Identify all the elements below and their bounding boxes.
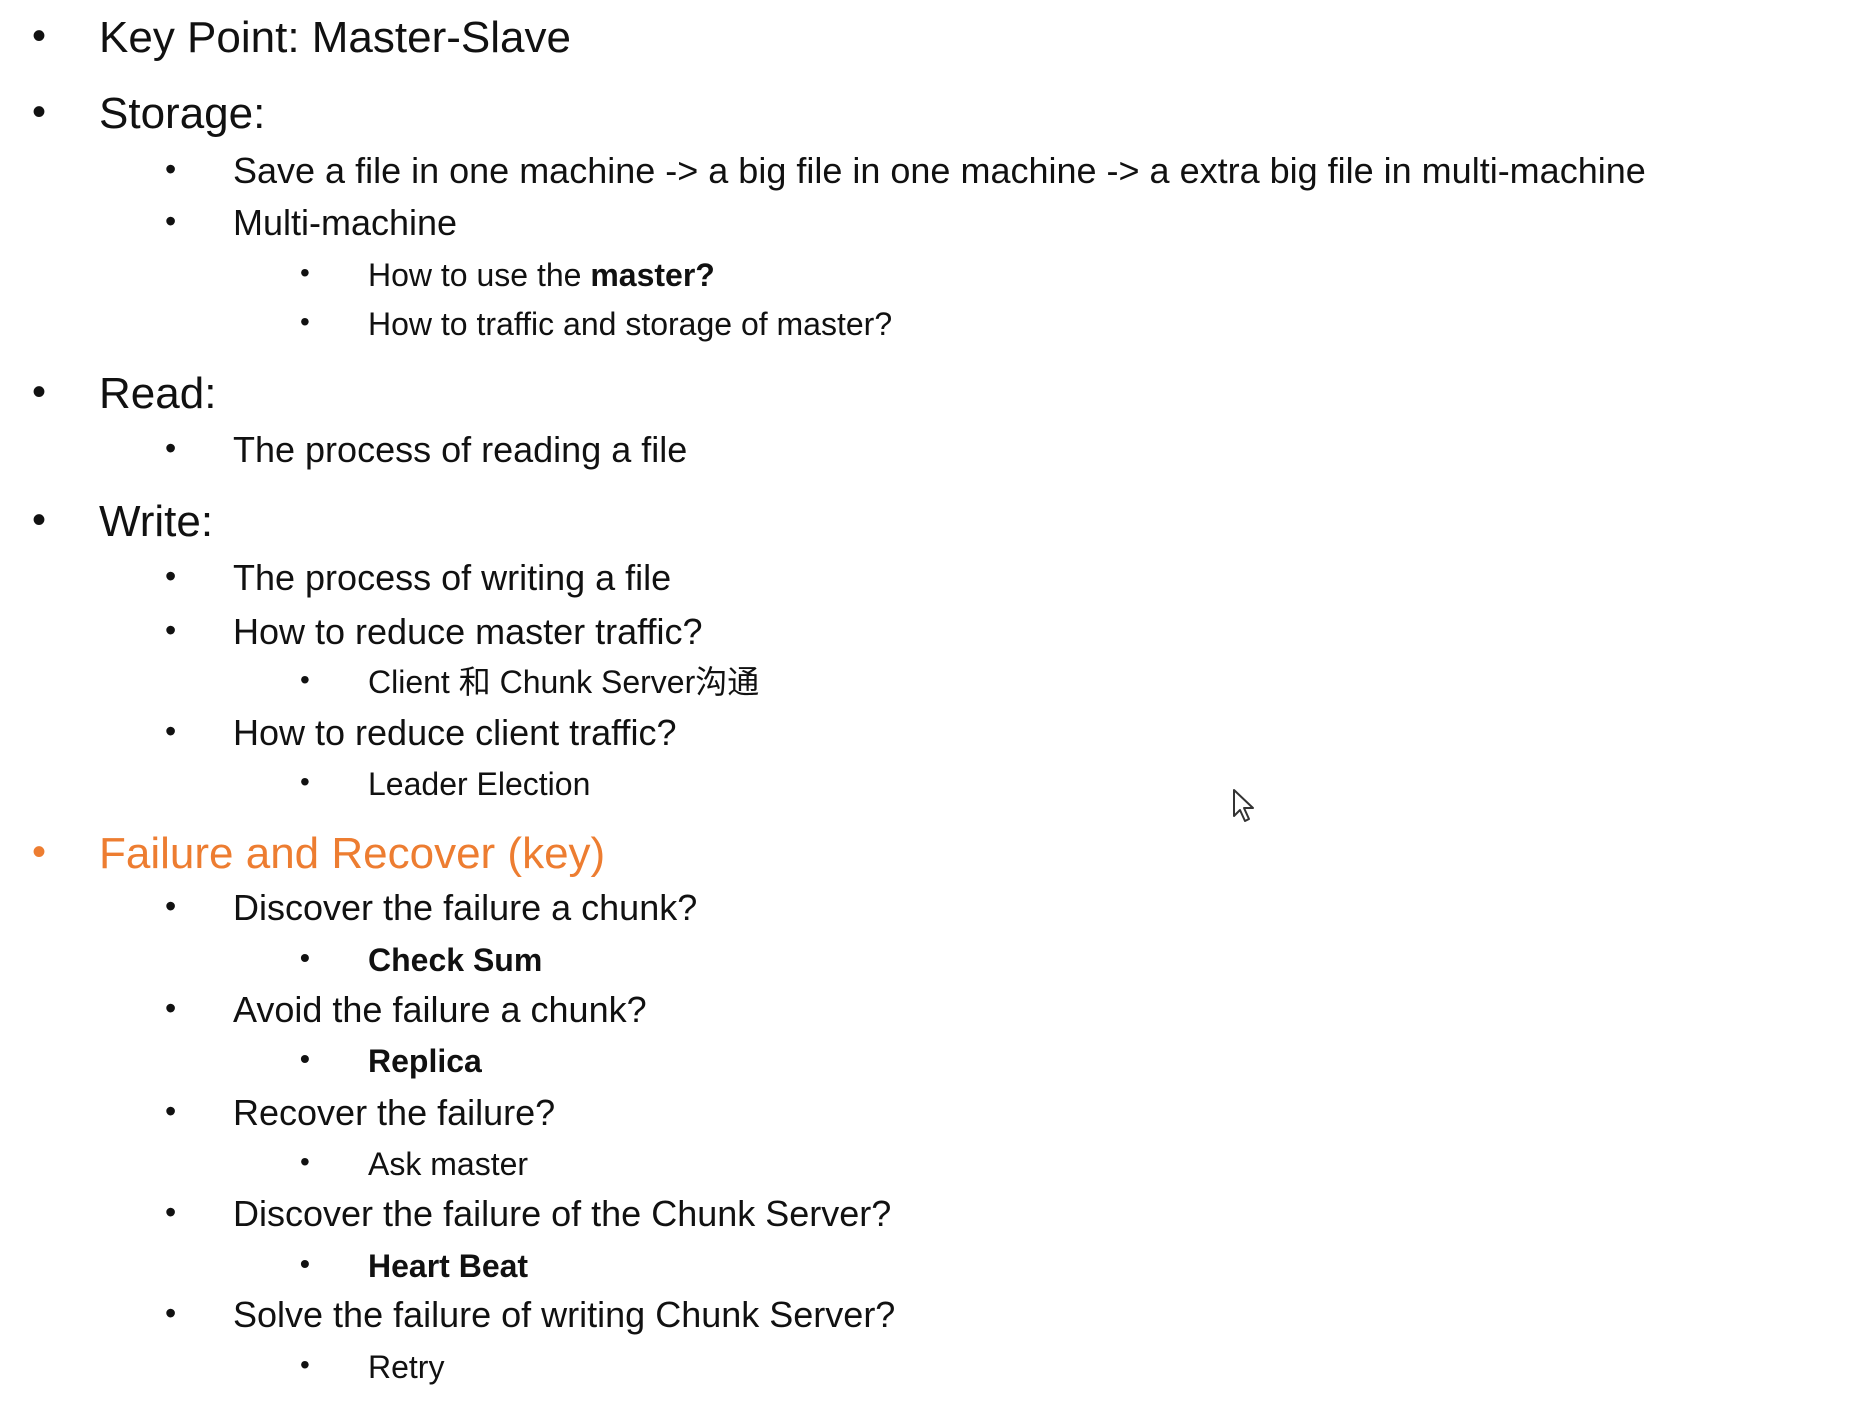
bullet-icon: • — [165, 612, 177, 648]
multi-machine-text: Multi-machine — [233, 202, 458, 243]
bullet-icon: • — [300, 664, 310, 695]
storage-multi-machine: • Multi-machine — [165, 202, 458, 243]
storage-heading: Storage: — [99, 89, 266, 138]
ask-master-text: Ask master — [368, 1146, 529, 1182]
solve-writing-text: Solve the failure of writing Chunk Serve… — [233, 1294, 896, 1335]
bullet-icon: • — [165, 1295, 177, 1331]
bullet-icon: • — [32, 370, 47, 414]
bullet-icon: • — [165, 990, 177, 1026]
check-sum-text: Check Sum — [368, 942, 543, 978]
write-heading: Write: — [99, 497, 214, 546]
bullet-icon: • — [300, 942, 310, 973]
mouse-pointer-icon — [1233, 789, 1254, 822]
write-process: • The process of writing a file — [165, 557, 672, 598]
read-heading: Read: — [99, 369, 217, 418]
bullet-icon: • — [300, 1349, 310, 1380]
bullet-icon: • — [32, 830, 47, 874]
recover-text: Recover the failure? — [233, 1092, 556, 1133]
write-reduce-master: • How to reduce master traffic? — [165, 611, 703, 652]
storage-save-file: • Save a file in one machine -> a big fi… — [165, 150, 1646, 191]
save-file-text: Save a file in one machine -> a big file… — [233, 150, 1646, 191]
heart-beat-text: Heart Beat — [368, 1248, 529, 1284]
bullet-icon: • — [300, 306, 310, 337]
failure-avoid-chunk: • Avoid the failure a chunk? — [165, 989, 647, 1030]
bullet-icon: • — [165, 558, 177, 594]
outline-key-point: • Key Point: Master-Slave — [32, 13, 571, 62]
bullet-icon: • — [165, 888, 177, 924]
failure-discover-server: • Discover the failure of the Chunk Serv… — [165, 1193, 892, 1234]
retry-text: Retry — [368, 1349, 445, 1385]
read-process: • The process of reading a file — [165, 429, 688, 470]
bullet-icon: • — [165, 1093, 177, 1129]
key-point-text: Key Point: Master-Slave — [99, 13, 571, 62]
outline-write: • Write: — [32, 497, 214, 546]
bullet-icon: • — [32, 14, 47, 58]
bullet-icon: • — [300, 766, 310, 797]
failure-heading: Failure and Recover (key) — [99, 829, 606, 878]
replica-text: Replica — [368, 1043, 482, 1079]
write-reduce-client: • How to reduce client traffic? — [165, 712, 677, 753]
use-master-text: How to use the — [368, 257, 591, 293]
client-chunk-text: Client 和 Chunk Server沟通 — [368, 664, 760, 700]
failure-ask-master: • Ask master — [300, 1146, 529, 1182]
bullet-icon: • — [300, 1248, 310, 1279]
bullet-icon: • — [165, 1194, 177, 1230]
failure-discover-chunk: • Discover the failure a chunk? — [165, 887, 698, 928]
bullet-icon: • — [165, 430, 177, 466]
storage-traffic-storage: • How to traffic and storage of master? — [300, 306, 893, 342]
read-process-text: The process of reading a file — [233, 429, 688, 470]
bullet-icon: • — [165, 203, 177, 239]
reduce-client-text: How to reduce client traffic? — [233, 712, 677, 753]
slide: • Key Point: Master-Slave • Storage: • S… — [0, 0, 1850, 1418]
outline-failure: • Failure and Recover (key) — [32, 829, 606, 878]
bullet-icon: • — [300, 1043, 310, 1074]
write-client-chunk: • Client 和 Chunk Server沟通 — [300, 664, 760, 700]
traffic-storage-text: How to traffic and storage of master? — [368, 306, 893, 342]
leader-election-text: Leader Election — [368, 766, 591, 802]
failure-solve-writing: • Solve the failure of writing Chunk Ser… — [165, 1294, 896, 1335]
bullet-icon: • — [300, 1146, 310, 1177]
bullet-icon: • — [300, 257, 310, 288]
outline-storage: • Storage: — [32, 89, 266, 138]
failure-recover: • Recover the failure? — [165, 1092, 556, 1133]
failure-check-sum: • Check Sum — [300, 942, 543, 978]
avoid-chunk-text: Avoid the failure a chunk? — [233, 989, 647, 1030]
bullet-icon: • — [32, 90, 47, 134]
discover-server-text: Discover the failure of the Chunk Server… — [233, 1193, 892, 1234]
write-process-text: The process of writing a file — [233, 557, 672, 598]
bullet-icon: • — [165, 151, 177, 187]
failure-replica: • Replica — [300, 1043, 482, 1079]
reduce-master-text: How to reduce master traffic? — [233, 611, 703, 652]
use-master-bold: master? — [590, 257, 715, 293]
failure-heart-beat: • Heart Beat — [300, 1248, 529, 1284]
storage-use-master: • How to use the master? — [300, 257, 715, 293]
bullet-icon: • — [32, 498, 47, 542]
failure-retry: • Retry — [300, 1349, 445, 1385]
bullet-icon: • — [165, 713, 177, 749]
write-leader-election: • Leader Election — [300, 766, 591, 802]
outline-read: • Read: — [32, 369, 217, 418]
discover-chunk-text: Discover the failure a chunk? — [233, 887, 698, 928]
